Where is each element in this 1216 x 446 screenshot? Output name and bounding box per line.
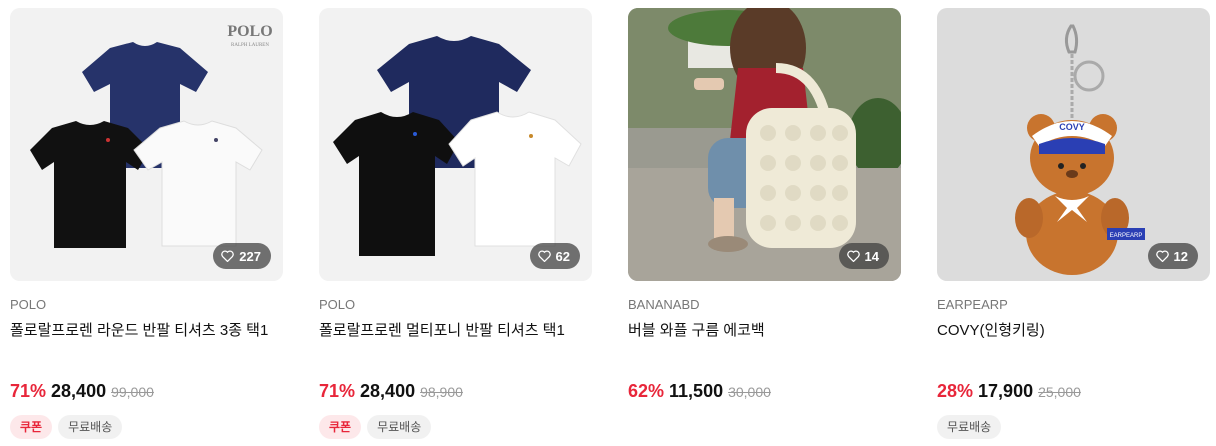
price-row: 62% 11,500 30,000 — [628, 381, 771, 402]
like-count-badge[interactable]: 62 — [529, 243, 580, 269]
like-count-badge[interactable]: 227 — [213, 243, 271, 269]
like-count: 14 — [864, 248, 879, 264]
like-count: 227 — [239, 248, 261, 264]
tag-text: EARPEARP — [1110, 233, 1143, 239]
product-brand[interactable]: POLO — [319, 297, 592, 313]
polo-logo: POLO — [227, 23, 272, 40]
product-name[interactable]: COVY(인형키링) — [937, 321, 1210, 341]
sale-price: 28,400 — [51, 381, 107, 401]
product-tags: 쿠폰 무료배송 — [319, 415, 432, 439]
original-price: 98,900 — [420, 384, 463, 400]
product-brand[interactable]: BANANABD — [628, 297, 901, 313]
product-tags: 무료배송 — [937, 415, 1002, 439]
discount-rate: 71% — [319, 381, 356, 401]
product-card[interactable]: COVY EARPEARP 12 EARPEARP COVY(인형키링) 28%… — [937, 8, 1210, 439]
like-count: 12 — [1173, 248, 1188, 264]
discount-rate: 62% — [628, 381, 665, 401]
product-brand[interactable]: EARPEARP — [937, 297, 1210, 313]
price-row: 71% 28,400 99,000 — [10, 381, 154, 402]
free-shipping-badge: 무료배송 — [367, 415, 432, 439]
product-name[interactable]: 폴로랄프로렌 라운드 반팔 티셔츠 3종 택1 — [10, 321, 283, 341]
original-price: 30,000 — [728, 384, 771, 400]
svg-text:RALPH LAUREN: RALPH LAUREN — [231, 43, 269, 48]
product-grid: POLO RALPH LAUREN 227 POLO 폴로랄프로렌 라운드 반팔… — [0, 0, 1216, 446]
product-card[interactable]: 62 POLO 폴로랄프로렌 멀티포니 반팔 티셔츠 택1 71% 28,400… — [319, 8, 592, 439]
heart-icon — [1155, 250, 1169, 262]
product-image[interactable]: 62 — [319, 8, 592, 281]
original-price: 25,000 — [1038, 384, 1081, 400]
product-name[interactable]: 폴로랄프로렌 멀티포니 반팔 티셔츠 택1 — [319, 321, 592, 341]
discount-rate: 28% — [937, 381, 974, 401]
coupon-badge: 쿠폰 — [319, 415, 362, 439]
sale-price: 28,400 — [360, 381, 416, 401]
covy-bear-keyring-image: COVY EARPEARP — [937, 8, 1210, 281]
product-image[interactable]: COVY EARPEARP 12 — [937, 8, 1210, 281]
product-image[interactable]: 14 — [628, 8, 901, 281]
product-name[interactable]: 버블 와플 구름 에코백 — [628, 321, 901, 341]
like-count-badge[interactable]: 14 — [838, 243, 889, 269]
sale-price: 11,500 — [669, 381, 724, 401]
original-price: 99,000 — [111, 384, 154, 400]
heart-icon — [846, 250, 860, 262]
heart-icon — [221, 250, 235, 262]
polo-tshirts-image: POLO RALPH LAUREN — [10, 8, 283, 281]
product-brand[interactable]: POLO — [10, 297, 283, 313]
like-count-badge[interactable]: 12 — [1147, 243, 1198, 269]
bubble-ecobag-photo — [628, 8, 901, 281]
product-card[interactable]: 14 BANANABD 버블 와플 구름 에코백 62% 11,500 30,0… — [628, 8, 901, 401]
like-count: 62 — [555, 248, 570, 264]
polo-multipony-image — [319, 8, 592, 281]
sale-price: 17,900 — [978, 381, 1034, 401]
product-tags: 쿠폰 무료배송 — [10, 415, 123, 439]
discount-rate: 71% — [10, 381, 47, 401]
price-row: 28% 17,900 25,000 — [937, 381, 1081, 402]
free-shipping-badge: 무료배송 — [937, 415, 1002, 439]
free-shipping-badge: 무료배송 — [58, 415, 123, 439]
price-row: 71% 28,400 98,900 — [319, 381, 463, 402]
product-image[interactable]: POLO RALPH LAUREN 227 — [10, 8, 283, 281]
product-card[interactable]: POLO RALPH LAUREN 227 POLO 폴로랄프로렌 라운드 반팔… — [10, 8, 283, 439]
hat-text: COVY — [1059, 122, 1085, 132]
heart-icon — [537, 250, 551, 262]
coupon-badge: 쿠폰 — [10, 415, 53, 439]
